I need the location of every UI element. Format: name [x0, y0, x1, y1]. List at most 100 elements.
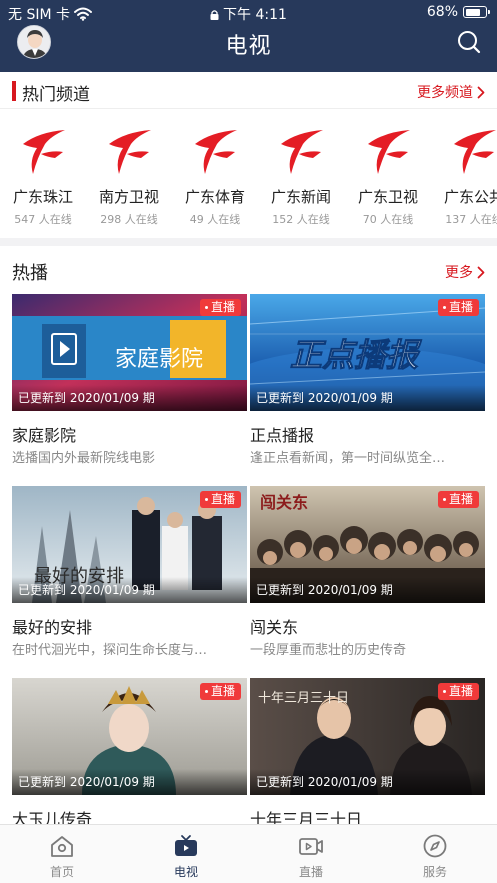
program-card[interactable]: 最好的安排 直播 已更新到 2020/01/09 期 最好的安排 在时代洄光中，…: [12, 486, 247, 676]
channel-item[interactable]: 广东卫视 70 人在线: [348, 124, 428, 227]
live-video-icon: [299, 838, 323, 855]
program-thumbnail: 十年三月三十日 直播 已更新到 2020/01/09 期: [250, 678, 485, 795]
hot-broadcast-header: 热播 更多: [0, 252, 497, 288]
channel-item[interactable]: 广东新闻 152 人在线: [261, 124, 341, 227]
update-text: 已更新到 2020/01/09 期: [18, 775, 155, 789]
poster-title: 闯关东: [260, 493, 308, 512]
search-icon: [458, 31, 481, 54]
live-badge: 直播: [437, 299, 479, 316]
tab-label: 服务: [422, 865, 447, 879]
hot-channels-title: 热门频道: [22, 85, 90, 105]
channel-name: 广东体育: [184, 188, 245, 206]
gdtv-logo-icon: [23, 130, 65, 174]
program-title: 正点播报: [250, 426, 315, 445]
poster-title: 家庭影院: [115, 347, 203, 372]
chevron-right-icon: [477, 86, 485, 98]
poster-title: 正点播报: [290, 336, 422, 374]
hot-channels-header: 热门频道 更多频道: [0, 72, 497, 108]
channel-online-count: 137 人在线: [445, 213, 497, 226]
program-thumbnail: 闯关东 直播 已更新到 2020/01/09 期: [250, 486, 485, 603]
program-title: 最好的安排: [12, 618, 93, 637]
program-desc: 逢正点看新闻，第一时间纵览全…: [250, 451, 446, 466]
tab-service[interactable]: 服务: [395, 833, 475, 880]
live-label: 直播: [448, 300, 473, 314]
update-text: 已更新到 2020/01/09 期: [18, 391, 155, 405]
program-card[interactable]: 闯关东 直播 已更新到 2020/01/09 期 闯关东 一段厚重而悲壮的历史传…: [250, 486, 485, 676]
live-badge: 直播: [437, 683, 479, 700]
top-header: 无 SIM 卡 下午 4:11 68% 电视: [0, 0, 497, 72]
gdtv-logo-icon: [109, 130, 151, 174]
program-desc: 在时代洄光中，探问生命长度与…: [12, 643, 208, 658]
channel-name: 南方卫视: [98, 188, 159, 206]
program-thumbnail: 家庭影院 直播 已更新到 2020/01/09 期: [12, 294, 247, 411]
chevron-right-icon: [477, 266, 485, 278]
live-badge: 直播: [199, 491, 241, 508]
live-badge: 直播: [199, 683, 241, 700]
program-title: 家庭影院: [12, 426, 77, 445]
gdtv-logo-icon: [368, 130, 410, 174]
nav-row: 电视: [0, 24, 497, 68]
tab-label: 首页: [49, 865, 74, 879]
update-text: 已更新到 2020/01/09 期: [256, 391, 393, 405]
home-icon: [51, 836, 73, 857]
update-text: 已更新到 2020/01/09 期: [256, 583, 393, 597]
tab-home[interactable]: 首页: [22, 833, 102, 880]
bottom-tab-bar: 首页 电视 直播 服务: [0, 824, 497, 883]
gdtv-logo-icon: [454, 130, 496, 174]
tab-live[interactable]: 直播: [271, 833, 351, 880]
live-label: 直播: [448, 492, 473, 506]
program-thumbnail: 正点播报 直播 已更新到 2020/01/09 期: [250, 294, 485, 411]
live-badge: 直播: [437, 491, 479, 508]
gdtv-logo-icon: [195, 130, 237, 174]
channel-online-count: 152 人在线: [272, 213, 330, 226]
orientation-lock-icon: [210, 10, 219, 20]
channel-online-count: 298 人在线: [100, 213, 158, 226]
live-label: 直播: [448, 684, 473, 698]
battery-icon: [463, 6, 490, 18]
divider: [0, 108, 497, 109]
live-label: 直播: [210, 492, 235, 506]
live-label: 直播: [210, 684, 235, 698]
channel-name: 广东珠江: [12, 188, 73, 206]
channel-item[interactable]: 广东珠江 547 人在线: [3, 124, 83, 227]
poster-title: 十年三月三十日: [258, 691, 349, 706]
program-title: 闯关东: [250, 618, 299, 637]
gdtv-logo-icon: [281, 130, 323, 174]
channel-name: 广东公共: [443, 188, 497, 206]
more-broadcast-link[interactable]: 更多: [445, 262, 485, 282]
tab-tv[interactable]: 电视: [146, 833, 226, 880]
program-desc: 选播国内外最新院线电影: [12, 451, 156, 466]
channel-name: 广东卫视: [357, 188, 418, 206]
program-thumbnail: 直播 已更新到 2020/01/09 期: [12, 678, 247, 795]
status-right: 68%: [426, 4, 490, 20]
channel-online-count: 70 人在线: [362, 213, 414, 226]
battery-percent: 68%: [426, 4, 458, 20]
program-thumbnail: 最好的安排 直播 已更新到 2020/01/09 期: [12, 486, 247, 603]
live-label: 直播: [210, 300, 235, 314]
search-button[interactable]: [455, 28, 483, 56]
more-channels-link[interactable]: 更多频道: [417, 82, 485, 102]
live-badge: 直播: [199, 299, 241, 316]
hot-broadcast-title: 热播: [12, 263, 48, 284]
compass-icon: [423, 834, 447, 858]
channel-name: 广东新闻: [270, 188, 331, 206]
update-text: 已更新到 2020/01/09 期: [18, 583, 155, 597]
update-text: 已更新到 2020/01/09 期: [256, 775, 393, 789]
tab-label: 电视: [173, 865, 198, 879]
section-separator: [0, 238, 497, 246]
more-broadcast-label: 更多: [445, 265, 473, 281]
channel-list: 广东珠江 547 人在线 南方卫视 298 人在线 广东体育 49 人在线 广东…: [0, 124, 497, 234]
tab-label: 直播: [298, 865, 323, 879]
channel-online-count: 49 人在线: [189, 213, 241, 226]
status-time: 下午 4:11: [0, 4, 497, 24]
channel-item[interactable]: 南方卫视 298 人在线: [89, 124, 169, 227]
channel-item[interactable]: 广东公共 137 人在线: [434, 124, 497, 227]
section-marker: [12, 81, 16, 101]
program-card[interactable]: 正点播报 直播 已更新到 2020/01/09 期 正点播报 逢正点看新闻，第一…: [250, 294, 485, 484]
channel-item[interactable]: 广东体育 49 人在线: [175, 124, 255, 227]
channel-online-count: 547 人在线: [14, 213, 72, 226]
more-channels-label: 更多频道: [417, 85, 473, 101]
program-card[interactable]: 家庭影院 直播 已更新到 2020/01/09 期 家庭影院 选播国内外最新院线…: [12, 294, 247, 484]
status-bar: 无 SIM 卡 下午 4:11 68%: [0, 0, 497, 24]
time-text: 下午 4:11: [223, 7, 287, 23]
